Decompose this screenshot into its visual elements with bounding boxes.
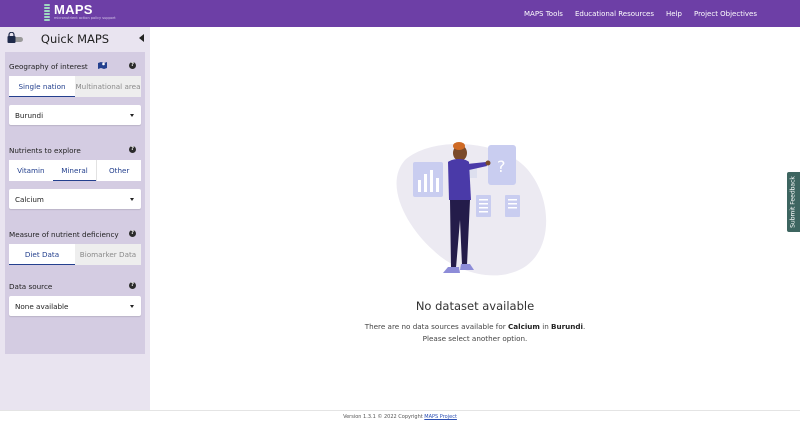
tab-mineral[interactable]: Mineral [52, 160, 97, 181]
logo-mark-icon [43, 4, 51, 21]
nutrients-label: Nutrients to explore [9, 146, 81, 155]
message-suffix: . [583, 322, 586, 331]
nutrient-select[interactable]: Calcium [9, 189, 141, 209]
caret-down-icon [130, 305, 134, 308]
sidebar-title: Quick MAPS [40, 32, 110, 46]
message-country: Burundi [551, 322, 584, 331]
data-source-label: Data source [9, 282, 53, 291]
nutrient-select-value: Calcium [15, 195, 44, 204]
caret-down-icon [130, 198, 134, 201]
data-source-select-value: None available [15, 302, 69, 311]
svg-text:?: ? [497, 157, 506, 176]
nav-project-objectives[interactable]: Project Objectives [694, 10, 757, 18]
data-source-select[interactable]: None available [9, 296, 141, 316]
tab-biomarker-data[interactable]: Biomarker Data [75, 244, 141, 265]
country-select-value: Burundi [15, 111, 44, 120]
no-data-illustration: ? [396, 142, 547, 276]
empty-state-message: There are no data sources available for … [150, 321, 800, 345]
logo-title: MAPS [54, 2, 93, 17]
tab-other[interactable]: Other [96, 160, 142, 181]
quick-maps-sidebar: Quick MAPS Geography of interest ? Singl… [0, 27, 150, 410]
nav-maps-tools[interactable]: MAPS Tools [524, 10, 563, 18]
message-line-2: Please select another option. [422, 334, 528, 343]
map-icon[interactable] [98, 61, 107, 69]
nav-educational-resources[interactable]: Educational Resources [575, 10, 654, 18]
maps-logo[interactable]: MAPS micronutrient action policy support [43, 2, 116, 23]
footer-maps-project-link[interactable]: MAPS Project [424, 414, 457, 420]
sidebar-header: Quick MAPS [0, 27, 150, 52]
empty-state-title: No dataset available [415, 299, 535, 313]
geography-tabs: Single nation Multinational area [9, 76, 141, 97]
message-mid: in [539, 322, 552, 331]
nutrient-tabs: Vitamin Mineral Other [9, 160, 142, 181]
country-select[interactable]: Burundi [9, 105, 141, 125]
geography-label: Geography of interest [9, 62, 88, 71]
tab-vitamin[interactable]: Vitamin [9, 160, 53, 181]
tab-single-nation[interactable]: Single nation [9, 76, 75, 97]
submit-feedback-label: Submit Feedback [789, 176, 797, 228]
selection-panel: Geography of interest ? Single nation Mu… [5, 52, 145, 354]
top-navbar: MAPS micronutrient action policy support… [0, 0, 800, 27]
measure-tabs: Diet Data Biomarker Data [9, 244, 141, 265]
geography-help-icon[interactable]: ? [129, 62, 136, 69]
caret-down-icon [130, 114, 134, 117]
footer-text: Version 1.3.1 © 2022 Copyright [343, 414, 425, 420]
tab-diet-data[interactable]: Diet Data [9, 244, 75, 265]
chevron-left-icon[interactable] [139, 34, 144, 42]
logo-subtitle: micronutrient action policy support [54, 16, 116, 20]
main-nav: MAPS Tools Educational Resources Help Pr… [512, 0, 757, 27]
message-nutrient: Calcium [507, 322, 540, 331]
data-source-help-icon[interactable]: ? [129, 282, 136, 289]
submit-feedback-button[interactable]: Submit Feedback [787, 172, 800, 232]
measure-label: Measure of nutrient deficiency [9, 230, 119, 239]
footer: Version 1.3.1 © 2022 Copyright MAPS Proj… [0, 410, 800, 422]
nutrients-help-icon[interactable]: ? [129, 146, 136, 153]
message-prefix: There are no data sources available for [364, 322, 508, 331]
tab-multinational-area[interactable]: Multinational area [75, 76, 141, 97]
nav-help[interactable]: Help [666, 10, 682, 18]
measure-help-icon[interactable]: ? [129, 230, 136, 237]
